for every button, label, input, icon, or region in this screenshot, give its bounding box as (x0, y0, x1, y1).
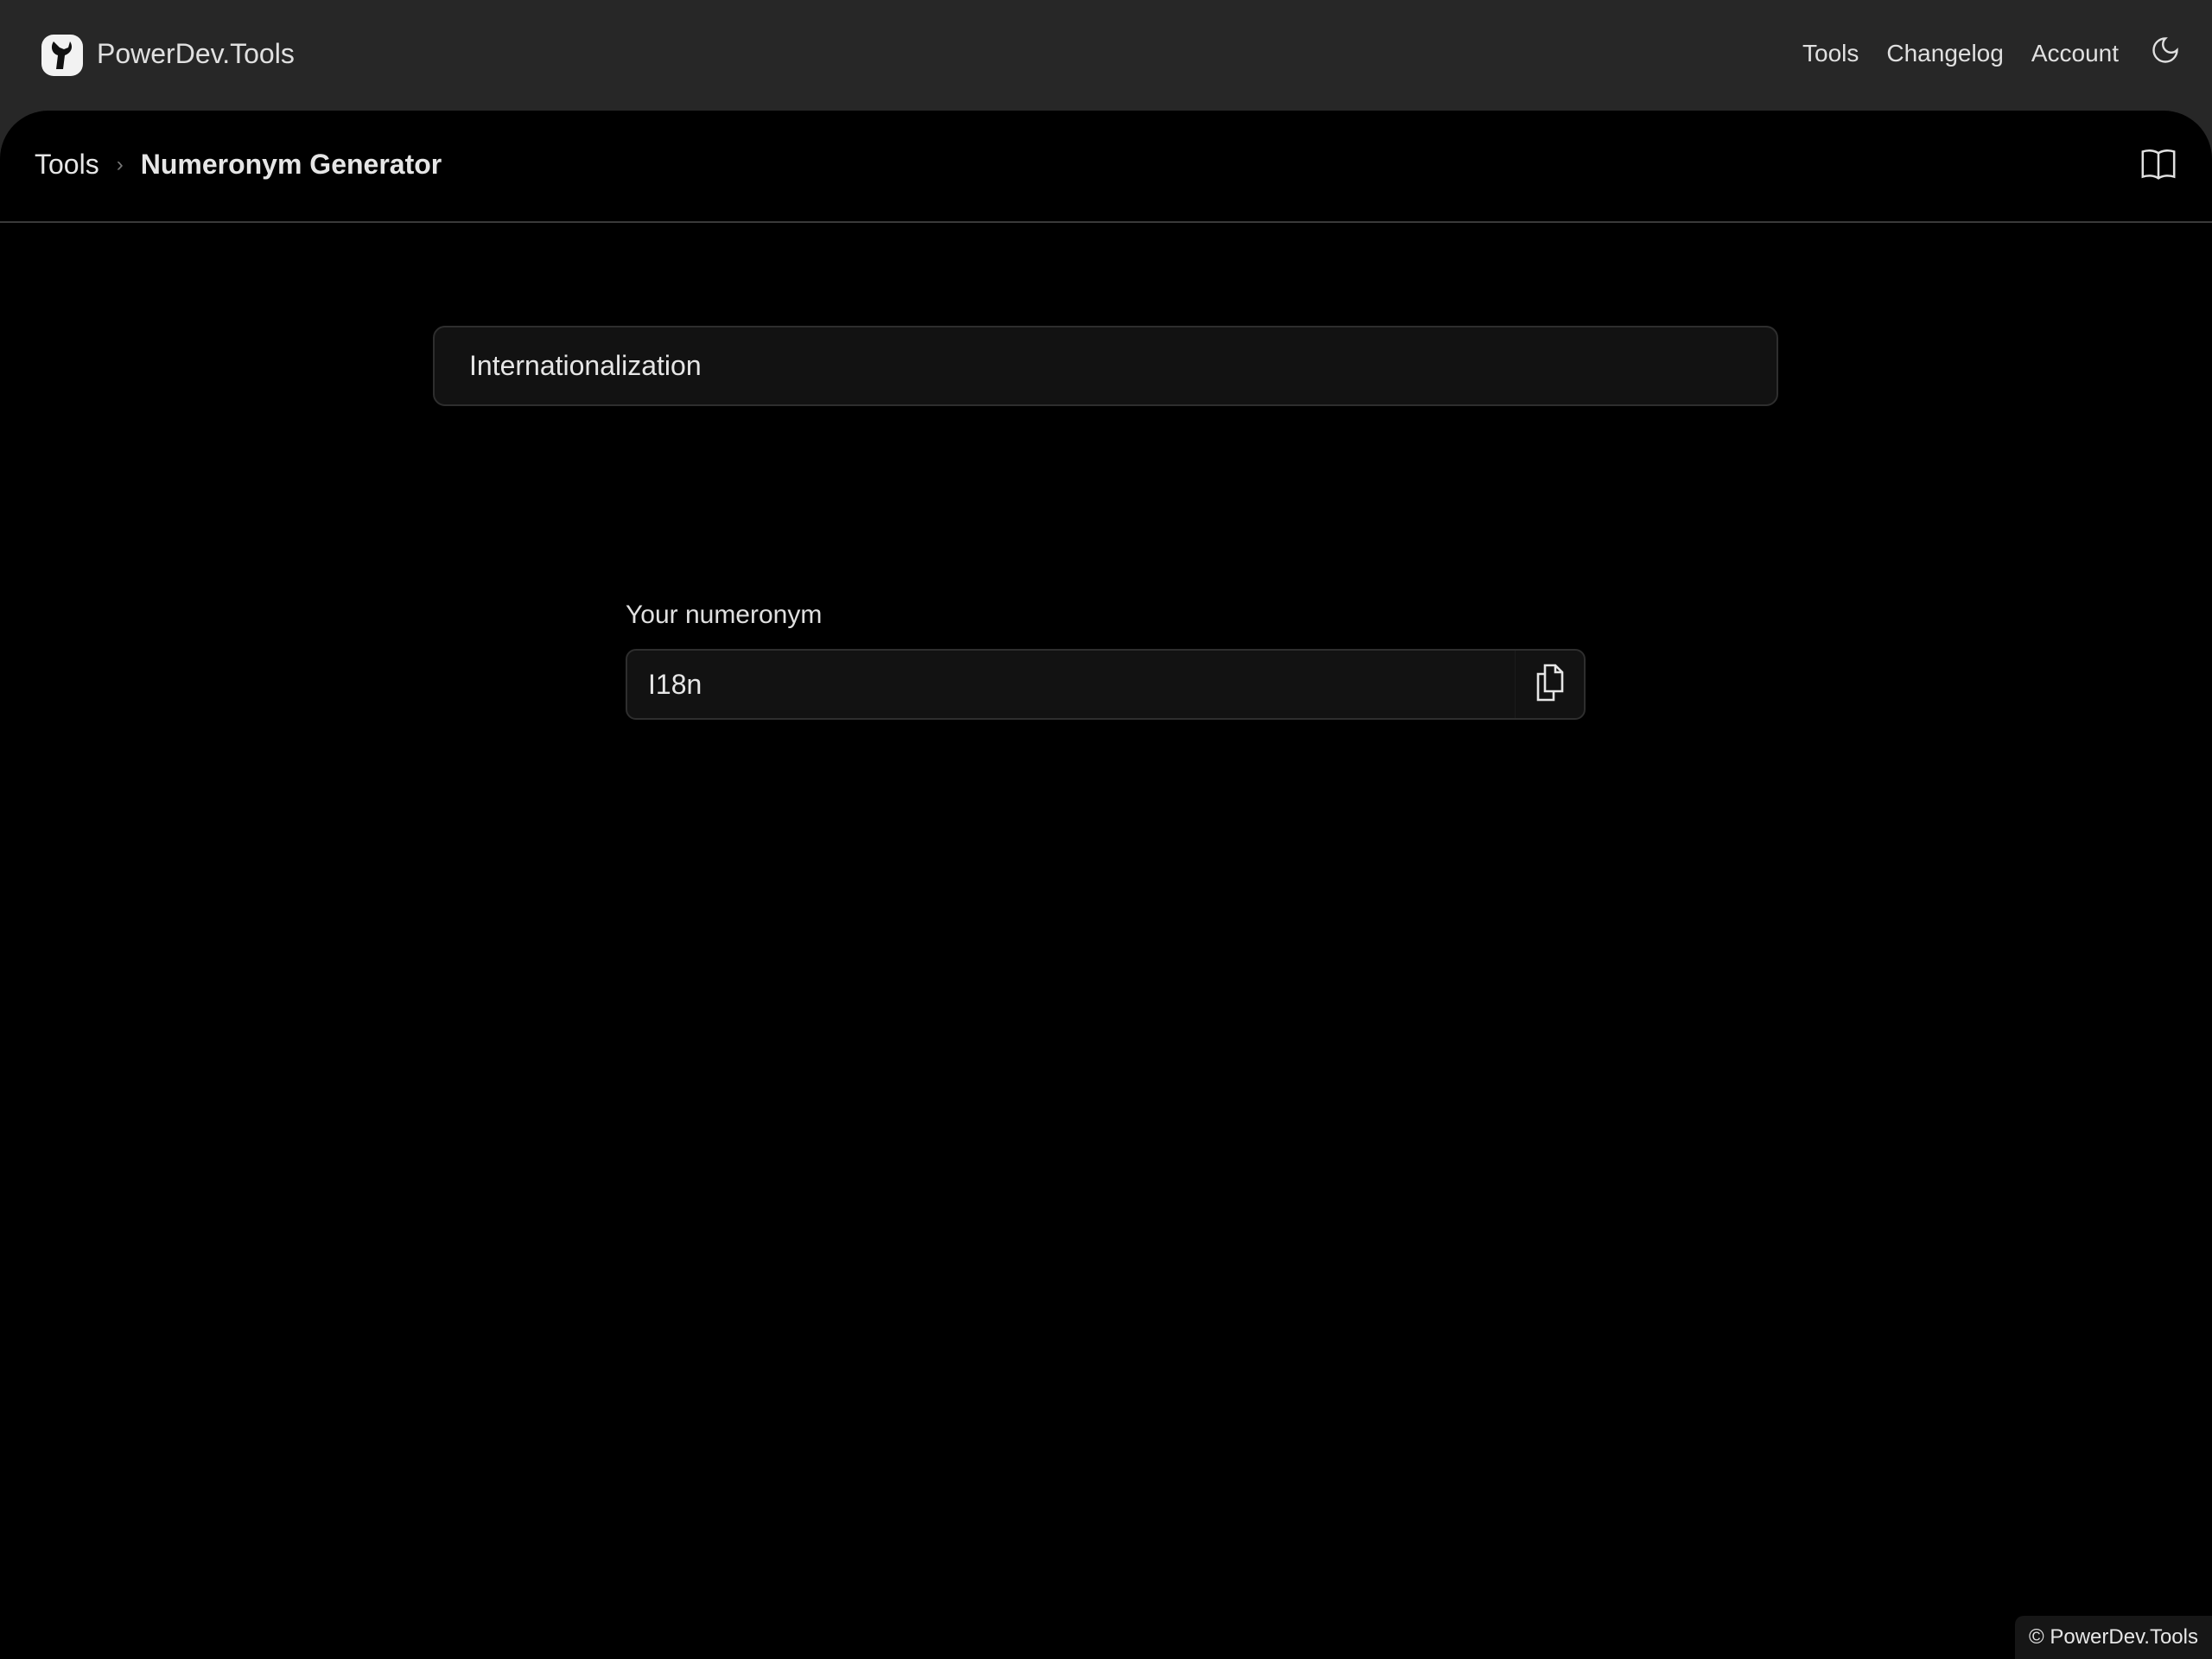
top-navbar: PowerDev.Tools Tools Changelog Account (0, 0, 2212, 111)
breadcrumb: Tools › Numeronym Generator (35, 149, 442, 181)
nav-changelog[interactable]: Changelog (1886, 40, 2003, 67)
brand-name[interactable]: PowerDev.Tools (97, 38, 295, 70)
chevron-right-icon: › (116, 152, 124, 176)
numeronym-value[interactable]: I18n (627, 651, 1515, 718)
copy-icon (1533, 664, 1567, 706)
page-title: Numeronym Generator (140, 149, 442, 180)
main-nav: Tools Changelog Account (1802, 35, 2181, 72)
book-icon[interactable] (2139, 147, 2177, 186)
numeronym-output: I18n (626, 649, 1586, 720)
copy-button[interactable] (1515, 651, 1584, 718)
output-label: Your numeronym (626, 601, 823, 629)
content-panel: Tools › Numeronym Generator Your numeron… (0, 111, 2212, 1659)
text-input[interactable] (433, 326, 1778, 406)
breadcrumb-tools[interactable]: Tools (35, 149, 99, 181)
divider (0, 221, 2212, 223)
nav-tools[interactable]: Tools (1802, 40, 1859, 67)
logo-icon[interactable] (41, 35, 83, 76)
moon-icon[interactable] (2150, 35, 2181, 72)
footer-copyright: © PowerDev.Tools (2015, 1616, 2212, 1659)
nav-account[interactable]: Account (2031, 40, 2119, 67)
